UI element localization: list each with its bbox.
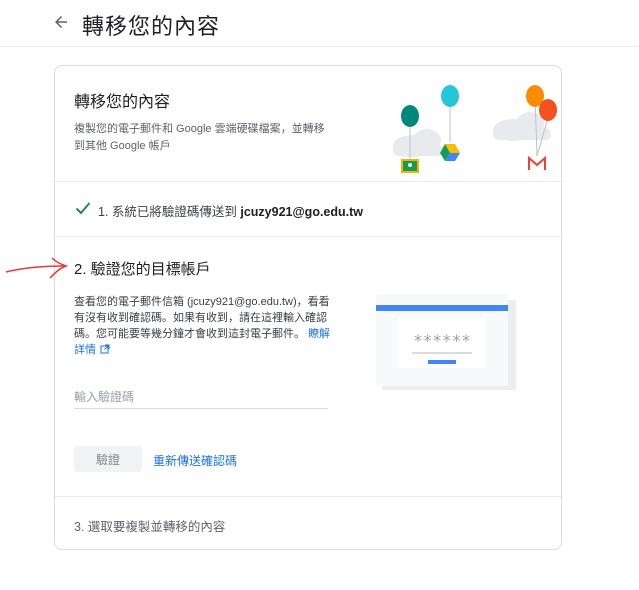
balloons-illustration <box>393 85 557 173</box>
code-mask-text: ****** <box>413 331 471 350</box>
step3-section: 3. 選取要複製並轉移的內容 <box>55 496 561 549</box>
annotation-arrow-icon <box>5 257 69 279</box>
step2-section: 2. 驗證您的目標帳戶 查看您的電子郵件信箱 (jcuzy921@go.edu.… <box>55 236 561 497</box>
verification-code-input[interactable] <box>74 386 328 409</box>
verify-button[interactable]: 驗證 <box>74 446 142 472</box>
card-title: 轉移您的內容 <box>74 94 171 111</box>
step1-prefix: 1. 系統已將驗證碼傳送到 <box>98 205 241 219</box>
illustration-button <box>428 360 456 364</box>
resend-code-link[interactable]: 重新傳送確認碼 <box>153 452 237 469</box>
external-link-icon <box>100 344 110 354</box>
card-description: 複製您的電子郵件和 Google 雲端硬碟檔案，並轉移到其他 Google 帳戶 <box>74 123 325 152</box>
email-code-illustration: ****** <box>376 294 516 390</box>
classroom-icon <box>401 159 419 173</box>
step1-text: 1. 系統已將驗證碼傳送到 jcuzy921@go.edu.tw <box>98 201 363 220</box>
gmail-icon <box>528 155 546 170</box>
top-bar: 轉移您的內容 <box>0 0 639 47</box>
drive-icon <box>440 144 460 161</box>
illustration-line <box>412 352 472 354</box>
card-header: 轉移您的內容 複製您的電子郵件和 Google 雲端硬碟檔案，並轉移到其他 Go… <box>55 66 561 182</box>
illustration-header-bar <box>376 305 508 311</box>
check-icon <box>75 202 91 215</box>
step1-email: jcuzy921@go.edu.tw <box>240 205 364 219</box>
page-title: 轉移您的內容 <box>82 14 221 39</box>
transfer-card: 轉移您的內容 複製您的電子郵件和 Google 雲端硬碟檔案，並轉移到其他 Go… <box>54 65 562 550</box>
step3-text: 3. 選取要複製並轉移的內容 <box>74 520 226 534</box>
step2-description: 查看您的電子郵件信箱 (jcuzy921@go.edu.tw)，看看有沒有收到確… <box>74 294 334 358</box>
step2-title: 2. 驗證您的目標帳戶 <box>74 261 211 278</box>
back-arrow-icon[interactable] <box>52 13 70 31</box>
step2-description-text: 查看您的電子郵件信箱 (jcuzy921@go.edu.tw)，看看有沒有收到確… <box>74 296 330 340</box>
step1-section: 1. 系統已將驗證碼傳送到 jcuzy921@go.edu.tw <box>55 181 561 237</box>
